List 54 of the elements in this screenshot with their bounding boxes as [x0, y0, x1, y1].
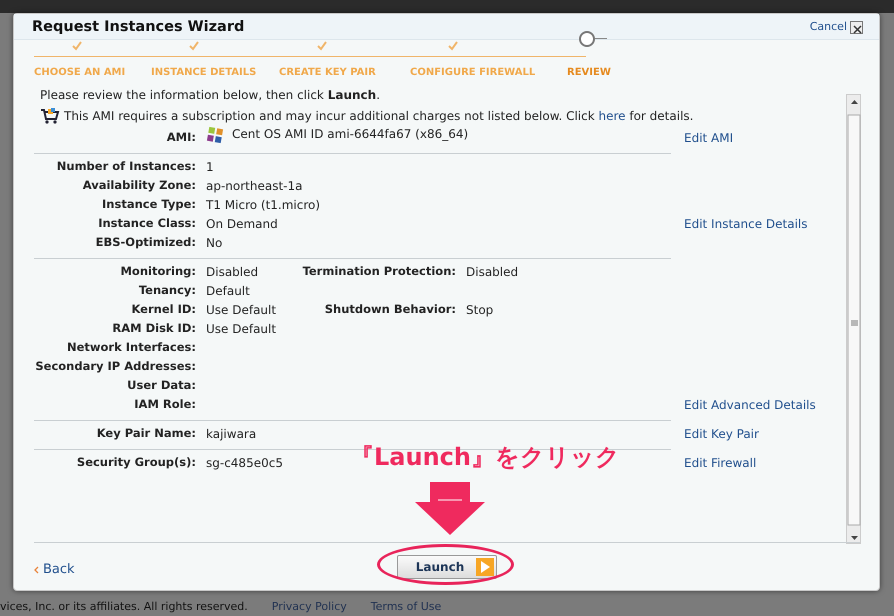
field-value: 1: [206, 159, 214, 176]
intro-text: Please review the information below, then click Launch.: [40, 89, 382, 103]
field-label: Monitoring:: [119, 263, 196, 278]
field-value: Default: [206, 283, 250, 300]
cancel-link[interactable]: Cancel: [810, 19, 863, 36]
notice-text: This AMI requires a subscription and may incur additional charges not listed below. Click here for details.: [64, 108, 694, 125]
field-value: Use Default: [206, 302, 276, 319]
field-value: Disabled: [206, 264, 258, 281]
edit-link[interactable]: Edit Advanced Details: [684, 396, 816, 415]
field-label: Kernel ID:: [130, 301, 196, 316]
edit-link[interactable]: Edit AMI: [684, 129, 734, 148]
back-link[interactable]: Back: [43, 560, 75, 580]
field-label: Termination Protection:: [302, 263, 456, 278]
current-step-circle: [579, 31, 595, 47]
edit-link[interactable]: Edit Firewall: [684, 454, 756, 473]
field-label: Availability Zone:: [82, 177, 196, 192]
field-value: kajiwara: [206, 426, 256, 443]
field-value: On Demand: [206, 216, 278, 233]
field-value: Stop: [466, 302, 494, 319]
here-link[interactable]: here: [598, 109, 626, 123]
field-label: Network Interfaces:: [66, 339, 196, 354]
field-label: Key Pair Name:: [96, 425, 196, 440]
field-value: Cent OS AMI ID ami-6644fa67 (x86_64): [232, 126, 468, 143]
field-label: Tenancy:: [138, 282, 196, 297]
field-value: sg-c485e0c5: [206, 455, 283, 472]
field-label: Secondary IP Addresses:: [34, 358, 196, 373]
copyright-text: vices, Inc. or its affiliates. All rights reserved.: [0, 600, 248, 613]
field-value: T1 Micro (t1.micro): [206, 197, 320, 214]
edit-link[interactable]: Edit Key Pair: [684, 425, 759, 444]
field-label: Instance Type:: [101, 196, 196, 211]
arrow-icon: [414, 482, 486, 536]
field-label: AMI:: [166, 129, 196, 144]
field-label: Number of Instances:: [56, 158, 196, 173]
field-label: IAM Role:: [133, 396, 196, 411]
cart-icon: [40, 108, 60, 124]
field-label: RAM Disk ID:: [111, 320, 196, 335]
scrollbar[interactable]: [846, 94, 861, 544]
field-label: Shutdown Behavior:: [324, 301, 456, 316]
annotation-text: 『Launch』をクリック: [350, 442, 620, 473]
field-value: No: [206, 235, 222, 252]
field-value: ap-northeast-1a: [206, 178, 303, 195]
dialog-title: Request Instances Wizard: [32, 18, 244, 37]
field-label: Instance Class:: [97, 215, 196, 230]
close-icon: [850, 21, 863, 34]
field-label: User Data:: [126, 377, 196, 392]
play-icon: [480, 560, 490, 572]
launch-button[interactable]: Launch: [396, 554, 498, 578]
chevron-left-icon: [34, 566, 39, 574]
field-value: Use Default: [206, 321, 276, 338]
edit-link[interactable]: Edit Instance Details: [684, 215, 808, 234]
flower-icon: [206, 126, 224, 144]
field-label: EBS-Optimized:: [94, 234, 196, 249]
field-label: Security Group(s):: [76, 454, 196, 469]
field-value: Disabled: [466, 264, 518, 281]
